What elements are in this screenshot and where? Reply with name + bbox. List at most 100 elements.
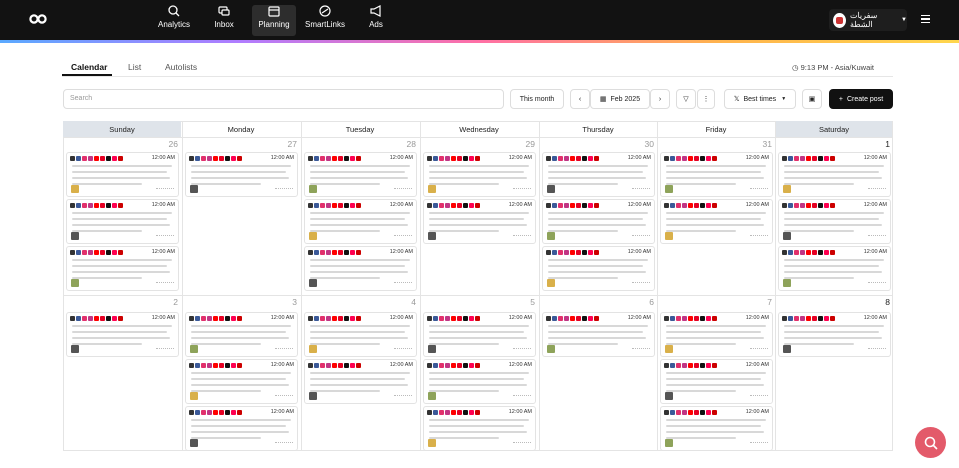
post-actions[interactable] — [275, 442, 293, 446]
social-network-icon — [118, 203, 123, 208]
post-actions[interactable] — [513, 188, 531, 192]
month-picker[interactable]: ▦ Feb 2025 — [590, 89, 650, 109]
scheduled-post-card[interactable]: 12:00 AM — [185, 312, 298, 357]
scheduled-post-card[interactable]: 12:00 AM — [542, 199, 655, 244]
post-actions[interactable] — [156, 188, 174, 192]
best-times-select[interactable]: 𝕏 Best times ▼ — [724, 89, 796, 109]
scheduled-post-card[interactable]: 12:00 AM — [423, 312, 536, 357]
create-post-button[interactable]: + Create post — [829, 89, 893, 109]
post-actions[interactable] — [156, 282, 174, 286]
scheduled-post-card[interactable]: 12:00 AM — [423, 406, 536, 451]
more-options-button[interactable]: ⋮ — [697, 89, 715, 109]
post-actions[interactable] — [868, 348, 886, 352]
next-month-button[interactable]: › — [650, 89, 670, 109]
post-actions[interactable] — [632, 188, 650, 192]
nav-planning[interactable]: Planning — [252, 5, 296, 36]
scheduled-post-card[interactable]: 12:00 AM — [185, 406, 298, 451]
scheduled-post-card[interactable]: 12:00 AM — [66, 312, 179, 357]
post-actions[interactable] — [868, 188, 886, 192]
social-network-icon — [344, 316, 349, 321]
scheduled-post-card[interactable]: 12:00 AM — [185, 359, 298, 404]
post-actions[interactable] — [156, 348, 174, 352]
post-actions[interactable] — [275, 348, 293, 352]
search-input[interactable]: Search — [63, 89, 504, 109]
tab-calendar[interactable]: Calendar — [71, 62, 107, 72]
scheduled-post-card[interactable]: 12:00 AM — [304, 359, 417, 404]
post-actions[interactable] — [750, 235, 768, 239]
scheduled-post-card[interactable]: 12:00 AM — [304, 199, 417, 244]
scheduled-post-card[interactable]: 12:00 AM — [185, 152, 298, 197]
social-network-icon — [806, 156, 811, 161]
scheduled-post-card[interactable]: 12:00 AM — [542, 246, 655, 291]
post-actions[interactable] — [156, 235, 174, 239]
scheduled-post-card[interactable]: 12:00 AM — [542, 312, 655, 357]
post-actions[interactable] — [513, 442, 531, 446]
scheduled-post-card[interactable]: 12:00 AM — [778, 152, 891, 197]
scheduled-post-card[interactable]: 12:00 AM — [542, 152, 655, 197]
social-network-icon — [582, 250, 587, 255]
post-text-line — [784, 177, 882, 179]
app-logo-icon[interactable] — [29, 13, 47, 25]
post-actions[interactable] — [632, 235, 650, 239]
scheduled-post-card[interactable]: 12:00 AM — [778, 312, 891, 357]
post-actions[interactable] — [275, 395, 293, 399]
scheduled-post-card[interactable]: 12:00 AM — [660, 312, 773, 357]
post-actions[interactable] — [868, 235, 886, 239]
filter-button[interactable]: ▽ — [676, 89, 696, 109]
media-library-button[interactable]: ▣ — [802, 89, 822, 109]
inbox-icon — [218, 6, 230, 16]
social-network-icon — [118, 316, 123, 321]
menu-icon[interactable] — [921, 15, 930, 23]
media-thumbnail — [665, 345, 673, 353]
tab-list[interactable]: List — [128, 62, 141, 72]
this-month-button[interactable]: This month — [510, 89, 564, 109]
network-icons — [189, 316, 244, 321]
scheduled-post-card[interactable]: 12:00 AM — [660, 152, 773, 197]
nav-analytics[interactable]: Analytics — [156, 5, 192, 36]
post-actions[interactable] — [394, 348, 412, 352]
scheduled-post-card[interactable]: 12:00 AM — [304, 152, 417, 197]
prev-month-button[interactable]: ‹ — [570, 89, 590, 109]
post-actions[interactable] — [750, 348, 768, 352]
account-switcher[interactable]: سفريات الشطة ▼ — [829, 9, 907, 31]
post-actions[interactable] — [750, 442, 768, 446]
timezone-label[interactable]: ◷ 9:13 PM - Asia/Kuwait — [792, 63, 874, 72]
tab-autolists[interactable]: Autolists — [165, 62, 197, 72]
post-actions[interactable] — [632, 348, 650, 352]
assistant-button[interactable] — [915, 427, 946, 458]
post-actions[interactable] — [632, 282, 650, 286]
nav-inbox[interactable]: Inbox — [208, 5, 240, 36]
scheduled-post-card[interactable]: 12:00 AM — [423, 152, 536, 197]
post-actions[interactable] — [275, 188, 293, 192]
social-network-icon — [812, 156, 817, 161]
post-actions[interactable] — [394, 188, 412, 192]
post-actions[interactable] — [513, 348, 531, 352]
post-actions[interactable] — [513, 395, 531, 399]
post-actions[interactable] — [750, 395, 768, 399]
scheduled-post-card[interactable]: 12:00 AM — [660, 199, 773, 244]
network-icons — [782, 250, 837, 255]
nav-smartlinks[interactable]: SmartLinks — [304, 5, 346, 36]
post-actions[interactable] — [750, 188, 768, 192]
post-actions[interactable] — [394, 395, 412, 399]
nav-ads[interactable]: Ads — [362, 5, 390, 36]
post-actions[interactable] — [513, 235, 531, 239]
post-text-line — [784, 277, 854, 279]
scheduled-post-card[interactable]: 12:00 AM — [66, 199, 179, 244]
scheduled-post-card[interactable]: 12:00 AM — [66, 152, 179, 197]
scheduled-post-card[interactable]: 12:00 AM — [304, 312, 417, 357]
scheduled-post-card[interactable]: 12:00 AM — [66, 246, 179, 291]
post-time: 12:00 AM — [151, 315, 175, 321]
post-actions[interactable] — [868, 282, 886, 286]
scheduled-post-card[interactable]: 12:00 AM — [423, 199, 536, 244]
calendar-icon: ▦ — [599, 96, 607, 103]
post-time: 12:00 AM — [508, 202, 532, 208]
post-actions[interactable] — [394, 282, 412, 286]
post-actions[interactable] — [394, 235, 412, 239]
scheduled-post-card[interactable]: 12:00 AM — [423, 359, 536, 404]
scheduled-post-card[interactable]: 12:00 AM — [304, 246, 417, 291]
scheduled-post-card[interactable]: 12:00 AM — [778, 246, 891, 291]
scheduled-post-card[interactable]: 12:00 AM — [660, 359, 773, 404]
scheduled-post-card[interactable]: 12:00 AM — [778, 199, 891, 244]
scheduled-post-card[interactable]: 12:00 AM — [660, 406, 773, 451]
